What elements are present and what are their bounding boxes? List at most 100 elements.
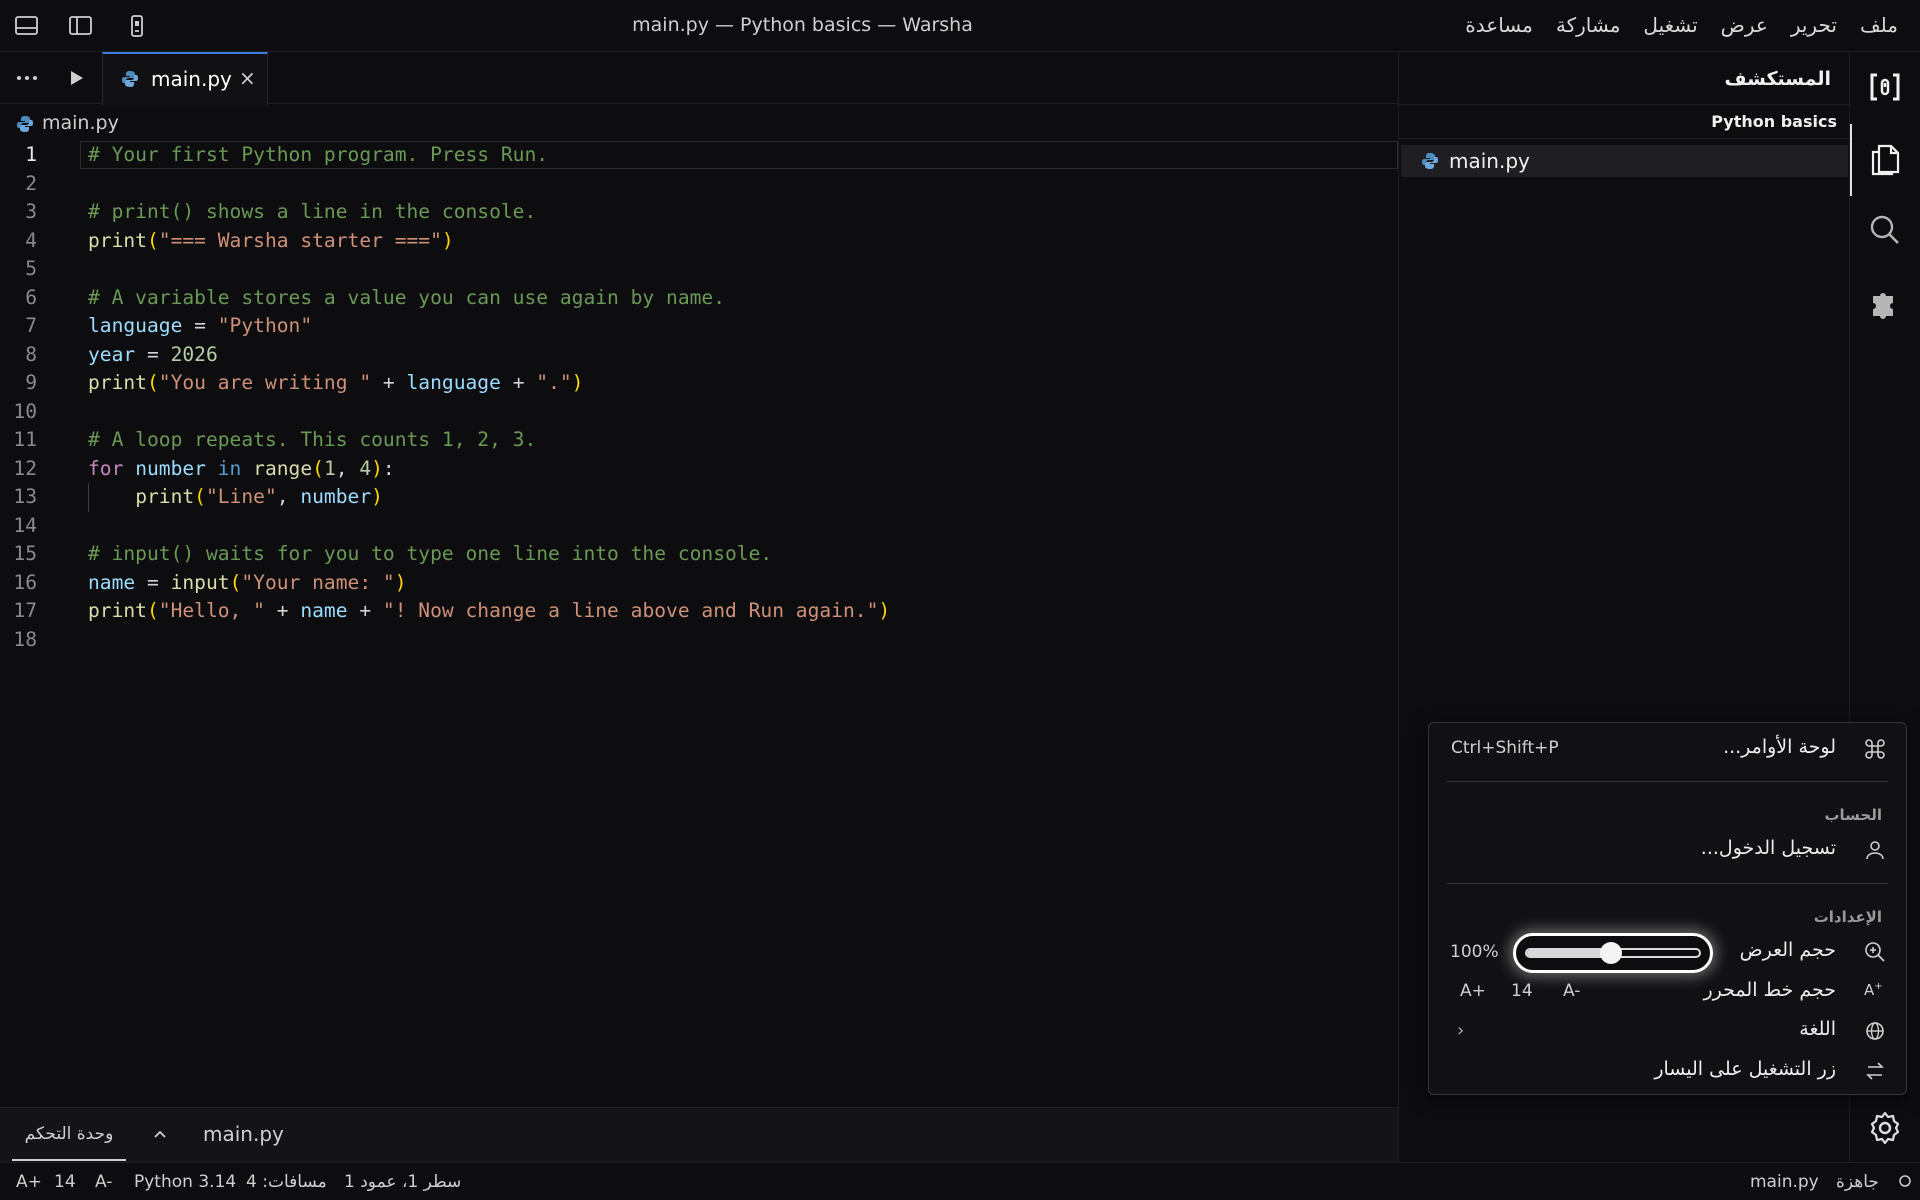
line-number: 15 bbox=[13, 542, 37, 565]
code-line[interactable]: 10 bbox=[0, 398, 1398, 427]
python-file-icon bbox=[121, 70, 139, 88]
code-line[interactable]: 16 name = input("Your name: ") bbox=[0, 569, 1398, 598]
font-decrease-button[interactable]: A- bbox=[95, 1172, 112, 1192]
line-number: 12 bbox=[13, 456, 37, 480]
code-editor[interactable]: 1 # Your first Python program. Press Run.… bbox=[0, 141, 1398, 654]
divider bbox=[1399, 138, 1850, 139]
zoom-label: حجم العرض bbox=[1739, 939, 1836, 961]
menu-view[interactable]: عرض bbox=[1721, 13, 1768, 37]
status-file: main.py bbox=[1750, 1172, 1819, 1192]
line-number: 6 bbox=[25, 285, 37, 309]
settings-section-title: الإعدادات bbox=[1813, 908, 1882, 926]
project-name[interactable]: Python basics bbox=[1711, 112, 1837, 131]
tab-main-py[interactable]: main.py × bbox=[102, 52, 268, 105]
files-icon[interactable] bbox=[1867, 142, 1903, 178]
code-line[interactable]: 17 print("Hello, " + name + "! Now change… bbox=[0, 597, 1398, 626]
code-text: # A variable stores a value you can use … bbox=[88, 285, 726, 309]
code-line[interactable]: 7 language = "Python" bbox=[0, 312, 1398, 341]
line-number: 17 bbox=[13, 599, 37, 622]
code-line[interactable]: 3 # print() shows a line in the console. bbox=[0, 198, 1398, 227]
command-icon bbox=[1864, 738, 1886, 760]
chevron-up-icon[interactable] bbox=[150, 1124, 170, 1144]
zoom-slider-handle[interactable] bbox=[1600, 942, 1622, 964]
menu-file[interactable]: ملف bbox=[1860, 13, 1898, 37]
tab-console[interactable]: وحدة التحكم bbox=[12, 1108, 126, 1161]
code-text: print("Hello, " + name + "! Now change a… bbox=[88, 599, 891, 622]
code-line[interactable]: 15 # input() waits for you to type one li… bbox=[0, 540, 1398, 569]
tab-close-button[interactable]: × bbox=[239, 66, 256, 90]
divider bbox=[1399, 104, 1850, 105]
sign-in-label: تسجيل الدخول... bbox=[1700, 837, 1836, 859]
command-palette-item[interactable]: لوحة الأوامر... Ctrl+Shift+P bbox=[1429, 731, 1906, 765]
code-text: # print() shows a line in the console. bbox=[88, 200, 537, 223]
code-line[interactable]: 5 bbox=[0, 255, 1398, 284]
code-line[interactable]: 12 for number in range(1, 4): bbox=[0, 455, 1398, 484]
title-bar: main.py — Python basics — Warsha ملف تحر… bbox=[0, 0, 1920, 52]
line-number: 7 bbox=[25, 314, 37, 337]
cursor-position[interactable]: سطر 1، عمود 1 bbox=[344, 1172, 461, 1192]
more-actions-icon[interactable] bbox=[14, 66, 40, 90]
active-indicator bbox=[1850, 124, 1852, 196]
language-item[interactable]: اللغة bbox=[1429, 1013, 1906, 1047]
zoom-slider[interactable] bbox=[1513, 933, 1713, 973]
code-line[interactable]: 13 print("Line", number) bbox=[0, 483, 1398, 512]
code-line[interactable]: 1 # Your first Python program. Press Run. bbox=[0, 141, 1398, 170]
line-number: 1 bbox=[25, 143, 37, 166]
font-increase-button[interactable]: A+ bbox=[16, 1172, 42, 1192]
line-number: 11 bbox=[13, 428, 37, 451]
panel-file-label: main.py bbox=[203, 1122, 284, 1146]
indent-spaces[interactable]: مسافات: 4 bbox=[246, 1172, 327, 1192]
editor-font-row: A+ حجم خط المحرر bbox=[1429, 974, 1906, 1008]
run-icon[interactable] bbox=[64, 66, 88, 90]
line-number: 2 bbox=[25, 171, 37, 195]
line-number: 8 bbox=[25, 342, 37, 366]
command-palette-label: لوحة الأوامر... bbox=[1723, 736, 1836, 758]
code-line[interactable]: 18 bbox=[0, 626, 1398, 655]
menu-edit[interactable]: تحرير bbox=[1791, 13, 1837, 37]
zoom-value: 100% bbox=[1450, 942, 1499, 962]
code-line[interactable]: 2 bbox=[0, 170, 1398, 199]
python-file-icon bbox=[1421, 152, 1439, 170]
divider bbox=[1447, 781, 1888, 782]
editor-font-decrease-button[interactable]: A- bbox=[1563, 981, 1580, 1001]
warsha-logo-icon[interactable] bbox=[1867, 69, 1903, 105]
editor-font-increase-button[interactable]: A+ bbox=[1460, 981, 1486, 1001]
sign-in-item[interactable]: تسجيل الدخول... bbox=[1429, 832, 1906, 866]
code-line[interactable]: 8 year = 2026 bbox=[0, 341, 1398, 370]
menu-help[interactable]: مساعدة bbox=[1465, 13, 1533, 37]
code-line[interactable]: 4 print("=== Warsha starter ===") bbox=[0, 227, 1398, 256]
python-version[interactable]: Python 3.14 bbox=[134, 1172, 236, 1192]
language-label: اللغة bbox=[1799, 1018, 1836, 1040]
code-text: print("=== Warsha starter ===") bbox=[88, 228, 454, 252]
swap-icon bbox=[1864, 1060, 1886, 1082]
line-number: 4 bbox=[25, 228, 37, 252]
code-line[interactable]: 11 # A loop repeats. This counts 1, 2, 3. bbox=[0, 426, 1398, 455]
gear-icon[interactable] bbox=[1867, 1110, 1903, 1146]
panel-bar: وحدة التحكم main.py bbox=[0, 1107, 1398, 1162]
code-text: # Your first Python program. Press Run. bbox=[88, 143, 549, 166]
globe-icon bbox=[1864, 1020, 1886, 1042]
code-text: # input() waits for you to type one line… bbox=[88, 542, 773, 565]
run-button-position-item[interactable]: زر التشغيل على اليسار bbox=[1429, 1053, 1906, 1087]
menu-run[interactable]: تشغيل bbox=[1643, 13, 1697, 37]
code-text: # A loop repeats. This counts 1, 2, 3. bbox=[88, 428, 537, 451]
code-line[interactable]: 14 bbox=[0, 512, 1398, 541]
font-size-icon: A+ bbox=[1864, 981, 1883, 999]
user-icon bbox=[1864, 839, 1886, 861]
menu-bar: ملف تحرير عرض تشغيل مشاركة مساعدة bbox=[1465, 13, 1898, 37]
zoom-in-icon bbox=[1864, 941, 1886, 963]
code-text: print("Line", number) bbox=[135, 485, 383, 508]
line-number: 14 bbox=[13, 513, 37, 537]
file-item-main-py[interactable]: main.py bbox=[1401, 145, 1848, 177]
line-number: 16 bbox=[13, 570, 37, 594]
editor-font-size-value: 14 bbox=[1511, 981, 1533, 1001]
extensions-icon[interactable] bbox=[1867, 284, 1903, 320]
line-number: 9 bbox=[25, 371, 37, 394]
code-line[interactable]: 9 print("You are writing " + language + "… bbox=[0, 369, 1398, 398]
menu-share[interactable]: مشاركة bbox=[1556, 13, 1621, 37]
editor-area: main.py × main.py 1 # Your first Python p… bbox=[0, 52, 1398, 1107]
search-icon[interactable] bbox=[1867, 212, 1903, 248]
file-item-label: main.py bbox=[1449, 149, 1530, 173]
code-text: for number in range(1, 4): bbox=[88, 456, 395, 480]
code-line[interactable]: 6 # A variable stores a value you can use… bbox=[0, 284, 1398, 313]
